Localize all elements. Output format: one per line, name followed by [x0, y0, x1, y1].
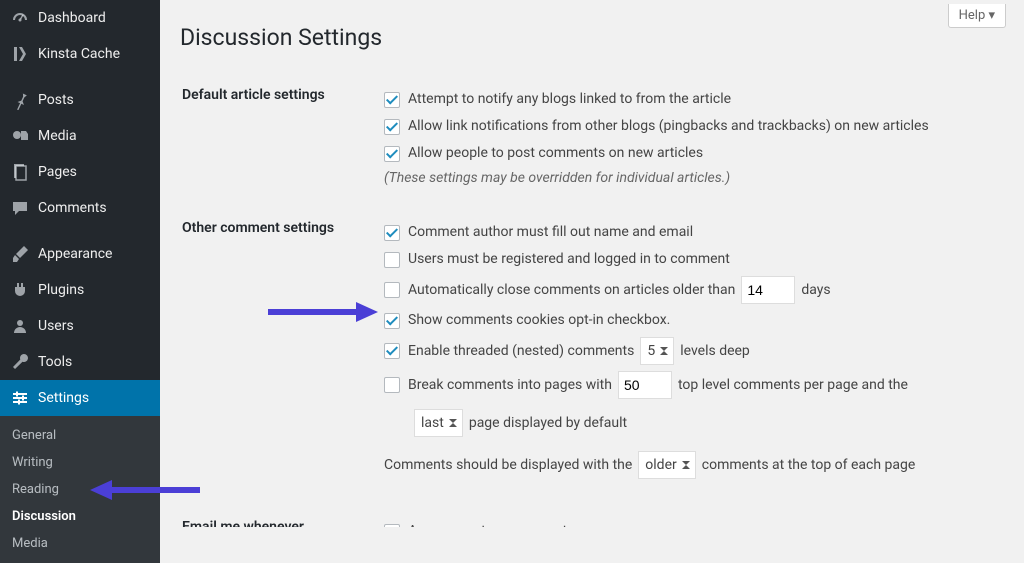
sidebar-item-appearance[interactable]: Appearance	[0, 236, 160, 272]
sidebar-item-comments[interactable]: Comments	[0, 190, 160, 226]
sidebar-item-posts[interactable]: Posts	[0, 82, 160, 118]
comment-order-label-a: Comments should be displayed with the	[384, 455, 632, 476]
cookies-optin-checkbox[interactable]	[384, 313, 400, 329]
notify-linked-blogs-checkbox[interactable]	[384, 92, 400, 108]
sidebar-item-settings[interactable]: Settings	[0, 380, 160, 416]
notify-linked-blogs-label: Attempt to notify any blogs linked to fr…	[408, 89, 731, 110]
page-title: Discussion Settings	[180, 10, 1004, 57]
sidebar-item-tools[interactable]: Tools	[0, 344, 160, 380]
cookies-optin-label: Show comments cookies opt-in checkbox.	[408, 310, 670, 331]
sidebar-item-media[interactable]: Media	[0, 118, 160, 154]
kinsta-icon	[10, 44, 30, 64]
threaded-comments-checkbox[interactable]	[384, 343, 400, 359]
sidebar-item-users[interactable]: Users	[0, 308, 160, 344]
paginate-label-a: Break comments into pages with	[408, 375, 612, 396]
page-icon	[10, 162, 30, 182]
brush-icon	[10, 244, 30, 264]
submenu-discussion[interactable]: Discussion	[0, 503, 160, 530]
sidebar-item-label: Comments	[38, 200, 107, 216]
section-other-comment-heading: Other comment settings	[182, 210, 382, 507]
media-icon	[10, 126, 30, 146]
user-icon	[10, 316, 30, 336]
sidebar-item-plugins[interactable]: Plugins	[0, 272, 160, 308]
comment-order-label-b: comments at the top of each page	[702, 455, 916, 476]
thread-levels-select[interactable]: 5	[640, 337, 674, 365]
comments-per-page-input[interactable]	[618, 371, 672, 399]
submenu-media[interactable]: Media	[0, 530, 160, 557]
main-content: Help ▾ Discussion Settings Default artic…	[160, 0, 1024, 527]
author-name-email-label: Comment author must fill out name and em…	[408, 222, 693, 243]
section-email-me-heading: Email me whenever	[182, 509, 382, 527]
allow-pingbacks-label: Allow link notifications from other blog…	[408, 116, 929, 137]
author-name-email-checkbox[interactable]	[384, 225, 400, 241]
sidebar-item-pages[interactable]: Pages	[0, 154, 160, 190]
admin-sidebar: Dashboard Kinsta Cache Posts Media Pages…	[0, 0, 160, 527]
sidebar-item-label: Plugins	[38, 282, 84, 298]
auto-close-label-a: Automatically close comments on articles…	[408, 280, 735, 301]
email-anyone-posts-label: Anyone posts a comment	[408, 521, 567, 527]
sidebar-item-label: Media	[38, 128, 77, 144]
paginate-label-c: page displayed by default	[469, 413, 627, 434]
section-default-article-heading: Default article settings	[182, 77, 382, 208]
sidebar-item-label: Posts	[38, 92, 74, 108]
registered-users-label: Users must be registered and logged in t…	[408, 249, 730, 270]
sidebar-item-label: Appearance	[38, 246, 112, 262]
registered-users-checkbox[interactable]	[384, 252, 400, 268]
sidebar-item-dashboard[interactable]: Dashboard	[0, 0, 160, 36]
plug-icon	[10, 280, 30, 300]
auto-close-label-b: days	[801, 280, 830, 301]
sidebar-item-label: Tools	[38, 354, 72, 370]
sidebar-item-kinsta-cache[interactable]: Kinsta Cache	[0, 36, 160, 72]
comment-order-select[interactable]: older	[638, 451, 695, 479]
submenu-writing[interactable]: Writing	[0, 449, 160, 476]
sidebar-item-label: Kinsta Cache	[38, 46, 120, 62]
comment-icon	[10, 198, 30, 218]
sidebar-item-label: Settings	[38, 390, 89, 406]
allow-pingbacks-checkbox[interactable]	[384, 119, 400, 135]
submenu-reading[interactable]: Reading	[0, 476, 160, 503]
wrench-icon	[10, 352, 30, 372]
paginate-label-b: top level comments per page and the	[678, 375, 908, 396]
sidebar-item-label: Users	[38, 318, 74, 334]
default-article-note: (These settings may be overridden for in…	[384, 170, 1002, 186]
dashboard-icon	[10, 8, 30, 28]
default-page-select[interactable]: last	[414, 409, 463, 437]
threaded-comments-label-a: Enable threaded (nested) comments	[408, 341, 634, 362]
threaded-comments-label-b: levels deep	[680, 341, 750, 362]
auto-close-days-input[interactable]	[741, 276, 795, 304]
sidebar-item-label: Dashboard	[38, 10, 106, 26]
pin-icon	[10, 90, 30, 110]
allow-comments-label: Allow people to post comments on new art…	[408, 143, 703, 164]
paginate-comments-checkbox[interactable]	[384, 377, 400, 393]
help-tab[interactable]: Help ▾	[948, 4, 1006, 28]
sidebar-item-label: Pages	[38, 164, 77, 180]
settings-icon	[10, 388, 30, 408]
submenu-general[interactable]: General	[0, 422, 160, 449]
settings-submenu: General Writing Reading Discussion Media	[0, 416, 160, 563]
auto-close-checkbox[interactable]	[384, 282, 400, 298]
allow-comments-checkbox[interactable]	[384, 146, 400, 162]
email-anyone-posts-checkbox[interactable]	[384, 524, 400, 528]
